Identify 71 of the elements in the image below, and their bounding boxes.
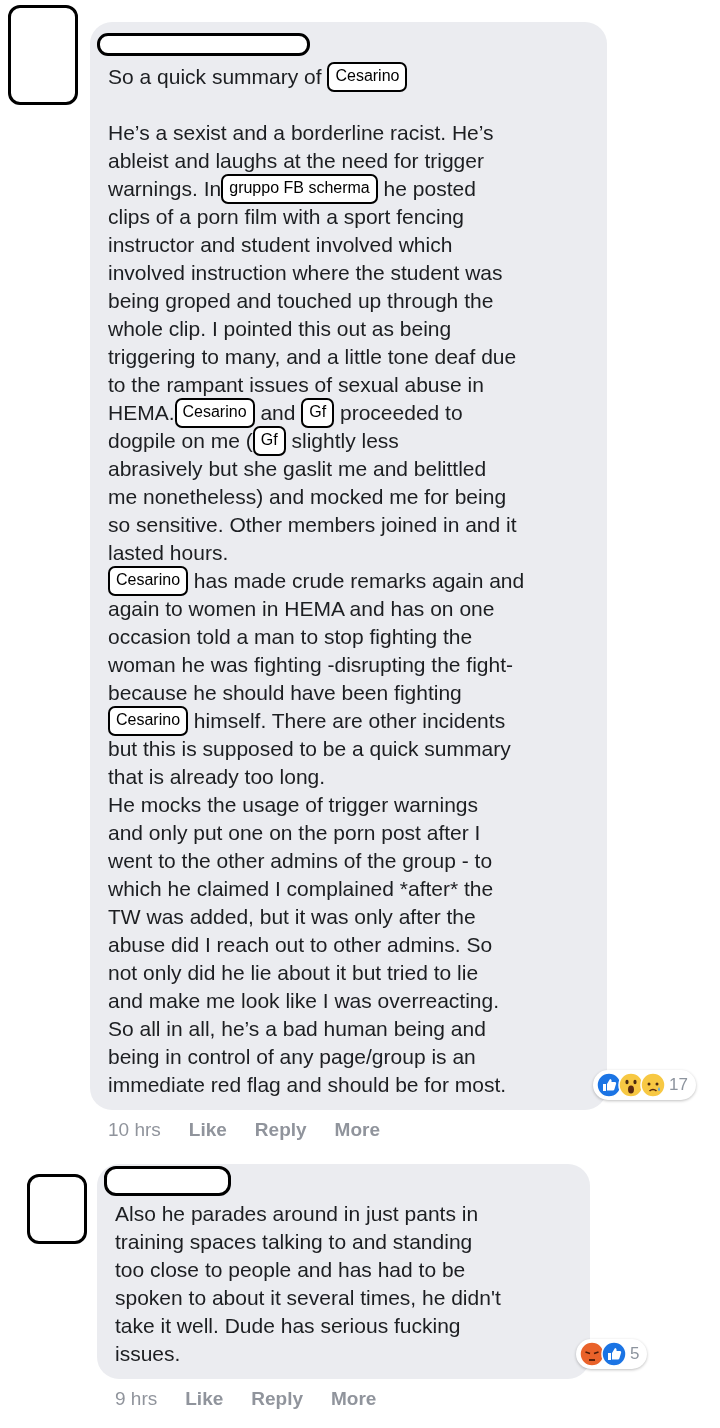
comment-action-link[interactable]: More [331, 1387, 377, 1411]
comment-line: lasted hours. [108, 540, 230, 566]
comment-line: occasion told a man to stop fighting the [108, 624, 474, 650]
comment-line: take it well. Dude has serious fucking [115, 1313, 462, 1339]
comment-line: He’s a sexist and a borderline racist. He’s [108, 120, 495, 146]
comment-line: Also he parades around in just pants in [115, 1201, 480, 1227]
comment-line: He mocks the usage of trigger warnings [108, 792, 479, 818]
reaction-count: 17 [669, 1075, 688, 1095]
comment-line: spoken to about it several times, he didn't [115, 1285, 502, 1311]
comment-line: so sensitive. Other members joined in and it [108, 512, 518, 538]
comment-text: HEMA. [108, 400, 175, 426]
comment-line: went to the other admins of the group - to [108, 848, 494, 874]
comment-line: being in control of any page/group is an [108, 1044, 477, 1070]
comment-line: not only did he lie about it but tried to lie [108, 960, 480, 986]
sad-reaction-icon [640, 1072, 666, 1098]
comment-line: being groped and touched up through the [108, 288, 495, 314]
reaction-pill[interactable]: 5 [576, 1339, 648, 1369]
reaction-pill[interactable]: 17 [593, 1070, 696, 1100]
comment-text: warnings. In [108, 176, 222, 202]
comment-line: me nonetheless) and mocked me for being [108, 484, 508, 510]
comment-line: and only put one on the porn post after I [108, 820, 482, 846]
like-reaction-icon [596, 1072, 622, 1098]
comment-line: abuse did I reach out to other admins. So [108, 932, 494, 958]
comment-action-link[interactable]: Like [188, 1118, 227, 1142]
comment-line: that is already too long. [108, 764, 327, 790]
comment-line: which he claimed I complained *after* the [108, 876, 495, 902]
redaction-label: Cesarino [108, 566, 189, 596]
comment-line: issues. [115, 1341, 182, 1367]
comment-line: triggering to many, and a little tone deaf due [108, 344, 518, 370]
redaction-label: Gf [301, 398, 335, 428]
redaction-label: Cesarino [108, 706, 189, 736]
comment-text: So a quick summary of [108, 64, 323, 90]
comment-line: whole clip. I pointed this out as being [108, 316, 453, 342]
comment-line: ableist and laughs at the need for trigger [108, 148, 485, 174]
comment-line: involved instruction where the student was [108, 260, 504, 286]
comment-text: has made crude remarks again and [192, 568, 525, 594]
like-reaction-icon [601, 1341, 627, 1367]
comment-line: abrasively but she gaslit me and belittled [108, 456, 488, 482]
comment-line: immediate red flag and should be for most. [108, 1072, 508, 1098]
comment-line: and make me look like I was overreacting. [108, 988, 500, 1014]
redaction-label: Cesarino [174, 398, 255, 428]
comment-text: dogpile on me ( [108, 428, 253, 454]
comment-text: and [259, 400, 297, 426]
avatar-redaction [27, 1174, 87, 1244]
comment-action-link[interactable]: Reply [251, 1387, 304, 1411]
comment-line: So all in all, he’s a bad human being and [108, 1016, 487, 1042]
comment-text: slightly less [290, 428, 399, 454]
timestamp: 10 hrs [108, 1118, 161, 1142]
comment-text: himself. There are other incidents [192, 708, 506, 734]
timestamp: 9 hrs [115, 1387, 158, 1411]
comment-action-link[interactable]: Like [185, 1387, 224, 1411]
comment-line: too close to people and has had to be [115, 1257, 467, 1283]
comment-line: to the rampant issues of sexual abuse in [108, 372, 485, 398]
redaction-label: gruppo FB scherma [221, 174, 378, 204]
comment-line: training spaces talking to and standing [115, 1229, 474, 1255]
angry-reaction-icon [579, 1341, 605, 1367]
comment-line: because he should have been fighting [108, 680, 463, 706]
wow-reaction-icon [618, 1072, 644, 1098]
comment-line: woman he was fighting -disrupting the fight- [108, 652, 515, 678]
comment-line: clips of a porn film with a sport fencing [108, 204, 465, 230]
comment-line: but this is supposed to be a quick summary [108, 736, 512, 762]
comment-action-link[interactable]: More [334, 1118, 380, 1142]
comment-line: instructor and student involved which [108, 232, 454, 258]
comment-action-link[interactable]: Reply [254, 1118, 307, 1142]
redaction-label: Gf [252, 426, 286, 456]
comment-text: he posted [382, 176, 476, 202]
comment-line: again to women in HEMA and has on one [108, 596, 496, 622]
comment-text: proceeded to [339, 400, 463, 426]
reaction-count: 5 [630, 1344, 640, 1364]
redaction-label: Cesarino [327, 62, 408, 92]
comment-line: TW was added, but it was only after the [108, 904, 477, 930]
